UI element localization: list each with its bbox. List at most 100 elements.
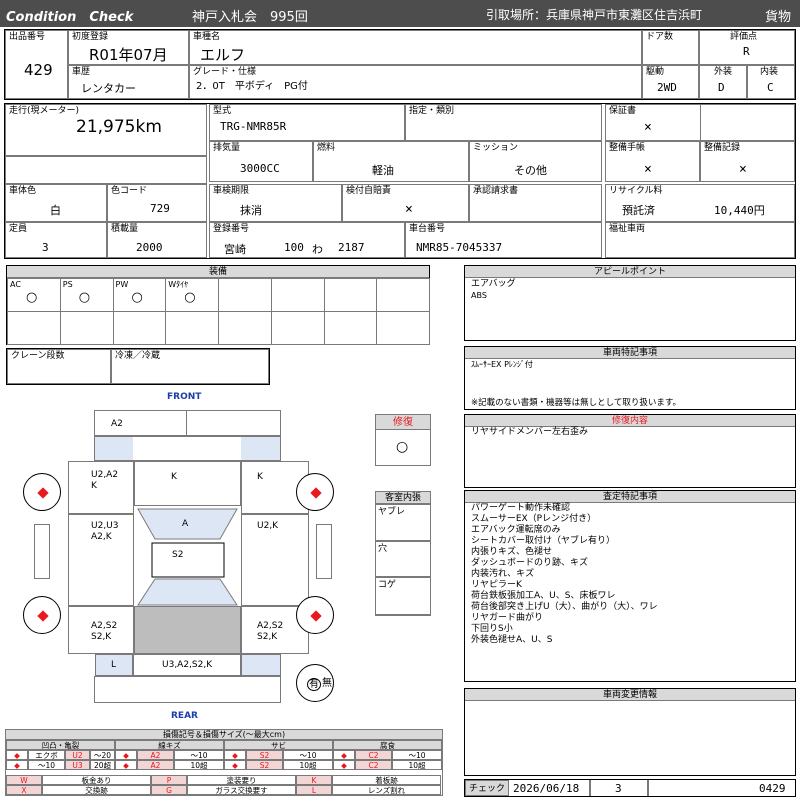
mileage-label: 走行(現メーター) bbox=[9, 106, 80, 116]
inspection-note-line: リヤガード曲がり bbox=[471, 613, 544, 623]
right-rear-tire-marker bbox=[310, 610, 322, 622]
equipment-cell bbox=[270, 311, 325, 345]
grade-label: グレード・仕様 bbox=[193, 67, 257, 77]
equipment-mark: ○ bbox=[184, 290, 196, 305]
legend-code: U3 bbox=[65, 760, 90, 770]
body-color: 白 bbox=[50, 204, 61, 217]
body-color-label: 車体色 bbox=[9, 186, 37, 196]
appeal-line-1: エアバッグ bbox=[471, 279, 516, 289]
legend-code: A2 bbox=[137, 750, 174, 760]
rear-left-mark: L bbox=[111, 660, 117, 670]
check-label-cell: チェック bbox=[465, 780, 509, 796]
center-s2-box bbox=[151, 542, 225, 578]
recycle-fee: 10,440円 bbox=[714, 204, 765, 217]
approval-cell: 承認請求書 bbox=[469, 184, 602, 222]
body-color-cell: 車体色 白 bbox=[5, 184, 107, 222]
lot-cell: 出品番号 429 bbox=[5, 30, 68, 99]
cabin-burn-cell: コゲ bbox=[375, 577, 431, 615]
rear-bumper bbox=[94, 676, 281, 703]
color-code: 729 bbox=[150, 202, 170, 215]
equipment-cell bbox=[218, 311, 272, 345]
equipment-cell bbox=[112, 311, 167, 345]
inspection-note-line: シートカバー取付け（ヤブレ有り） bbox=[471, 536, 616, 546]
first-reg-cell: 初度登録 R01年07月 bbox=[68, 30, 189, 65]
designation-label: 指定・類別 bbox=[409, 106, 455, 116]
color-code-cell: 色コード 729 bbox=[107, 184, 207, 222]
right-front-tire-marker bbox=[310, 487, 322, 499]
freezer-label: 冷凍／冷蔵 bbox=[115, 351, 161, 361]
eval-score: R bbox=[743, 45, 750, 58]
check-row: チェック 2026/06/18 3 0429 bbox=[464, 779, 796, 797]
capacity-label: 定員 bbox=[9, 224, 28, 234]
spare-yes: 有 bbox=[307, 678, 321, 691]
crane-label: クレーン段数 bbox=[11, 351, 65, 361]
mileage: 21,975km bbox=[76, 117, 162, 137]
displacement-cell: 排気量 3000CC bbox=[209, 141, 313, 182]
crane-freezer-panel: クレーン段数 冷凍／冷蔵 bbox=[6, 348, 270, 385]
equipment-cell bbox=[376, 278, 430, 312]
car-name-cell: 車種名 エルフ bbox=[189, 30, 642, 65]
legend-panel: 損傷記号＆損傷サイズ(〜最大cm) 凹凸・亀裂 線キズ サビ 腐食 ◆ エクボ U2 〜20 ◆… bbox=[5, 729, 443, 796]
warranty-label: 保証書 bbox=[609, 106, 637, 116]
right-front-door-mark: K bbox=[257, 472, 263, 482]
maint-record-cell: 整備記録 × bbox=[700, 141, 795, 182]
warranty: × bbox=[644, 120, 652, 135]
legend-mark-value: 塗装要り bbox=[187, 775, 296, 785]
maint-book-label: 整備手帳 bbox=[609, 143, 646, 153]
maint-book-cell: 整備手帳 × bbox=[605, 141, 700, 182]
mission-cell: ミッション その他 bbox=[469, 141, 602, 182]
interior-cell: 内装 C bbox=[747, 65, 795, 99]
rear-panel: U3,A2,S2,K bbox=[133, 654, 241, 676]
legend-size: 10超 bbox=[283, 760, 333, 770]
equipment-mark: ○ bbox=[26, 290, 38, 305]
equipment-label: Wﾀｲﾔ bbox=[168, 280, 189, 289]
doors-cell: ドア数 bbox=[642, 30, 699, 65]
legend-code: U2 bbox=[65, 750, 90, 760]
left-mid-mark: U2,U3 A2,K bbox=[91, 521, 119, 542]
appeal-panel: アピールポイント エアバッグ ABS bbox=[464, 265, 796, 341]
equipment-cell: PS ○ bbox=[59, 278, 114, 312]
equipment-cell bbox=[376, 311, 430, 345]
center-a-mark: A bbox=[182, 519, 189, 529]
color-code-label: 色コード bbox=[111, 186, 148, 196]
right-mid-mark: U2,K bbox=[257, 521, 279, 531]
repair-detail-panel: 修復内容 リヤサイドメンバー左右歪み bbox=[464, 414, 796, 488]
repair-detail-text: リヤサイドメンバー左右歪み bbox=[471, 427, 589, 437]
exterior-score: D bbox=[718, 81, 725, 94]
inspection-note-line: スムーサーEX（Pレンジ付き） bbox=[471, 514, 597, 524]
legend-size: 〜10 bbox=[283, 750, 333, 760]
inspection-note-line: 内張りキズ、色褪せ bbox=[471, 547, 553, 557]
maint-book: × bbox=[644, 162, 652, 177]
reg-class: 100 bbox=[284, 241, 304, 254]
legend-size: 〜20 bbox=[90, 750, 115, 760]
freezer-cell: 冷凍／冷蔵 bbox=[111, 349, 269, 384]
approval-label: 承認請求書 bbox=[473, 186, 519, 196]
special-note: ※記載のない書類・機器等は無しとして取り扱います。 bbox=[471, 398, 682, 408]
appeal-title: アピールポイント bbox=[465, 266, 795, 278]
equipment-cell: Wﾀｲﾔ ○ bbox=[165, 278, 219, 312]
fuel-label: 燃料 bbox=[317, 143, 336, 153]
right-taillight bbox=[241, 654, 281, 676]
left-mid-panel: U2,U3 A2,K bbox=[68, 514, 134, 606]
legend-code: A2 bbox=[137, 760, 174, 770]
legend-title: 損傷記号＆損傷サイズ(〜最大cm) bbox=[6, 730, 442, 740]
appeal-line-2: ABS bbox=[471, 291, 487, 300]
equipment-mark: ○ bbox=[78, 290, 91, 305]
repair-mark: ○ bbox=[396, 439, 409, 455]
left-rear-panel: A2,S2 S2,K bbox=[68, 606, 134, 654]
doors-label: ドア数 bbox=[646, 32, 674, 42]
history-cell: 車歴 レンタカー bbox=[68, 65, 189, 99]
legend-mark-key: P bbox=[151, 775, 187, 785]
chassis: NMR85-7045337 bbox=[416, 241, 503, 254]
legend-size: 10超 bbox=[174, 760, 224, 770]
vehicle-detail-panel: 走行(現メーター) 21,975km 型式 TRG-NMR85R 指定・類別 保… bbox=[4, 103, 796, 259]
exterior-cell: 外装 D bbox=[699, 65, 747, 99]
car-name: エルフ bbox=[200, 46, 246, 64]
left-front-door: U2,A2 K bbox=[68, 461, 134, 514]
legend-code: C2 bbox=[355, 750, 392, 760]
fuel-cell: 燃料 軽油 bbox=[313, 141, 469, 182]
check-lot: 0429 bbox=[759, 782, 786, 795]
history-label: 車歴 bbox=[72, 67, 91, 77]
legend-head: 凹凸・亀裂 bbox=[6, 740, 115, 750]
repair-detail-title: 修復内容 bbox=[465, 415, 795, 427]
